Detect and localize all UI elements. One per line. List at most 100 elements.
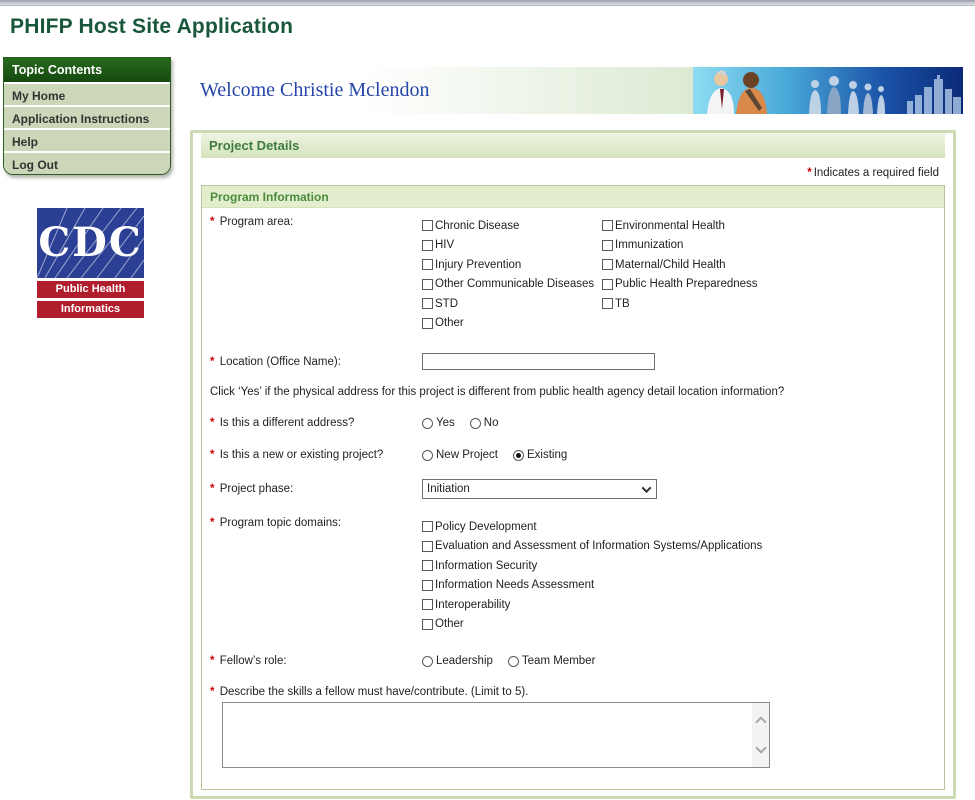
- checkbox-icon[interactable]: [602, 239, 613, 251]
- checkbox-icon[interactable]: [602, 259, 613, 271]
- checkbox-std[interactable]: STD: [422, 294, 602, 314]
- checkbox-label: Other Communicable Diseases: [435, 278, 595, 291]
- checkbox-icon[interactable]: [602, 298, 613, 310]
- checkbox-injury-prevention[interactable]: Injury Prevention: [422, 255, 602, 275]
- checkbox-icon[interactable]: [422, 298, 433, 310]
- required-asterisk: *: [210, 417, 215, 429]
- cdc-informatics-bar: Informatics: [37, 301, 144, 318]
- skills-textarea-wrapper: [222, 702, 770, 768]
- radio-label: Team Member: [521, 655, 596, 667]
- checkbox-tb[interactable]: TB: [602, 294, 758, 314]
- sidebar-item-application-instructions[interactable]: Application Instructions: [4, 105, 170, 128]
- sidebar-item-my-home[interactable]: My Home: [4, 82, 170, 105]
- fellows-role-label-text: Fellow’s role:: [219, 655, 287, 667]
- checkbox-icon[interactable]: [422, 540, 433, 552]
- checkbox-label: STD: [435, 297, 458, 310]
- skills-label: * Describe the skills a fellow must have…: [210, 686, 955, 698]
- checkbox-icon[interactable]: [422, 259, 433, 271]
- topic-domains-label-text: Program topic domains:: [219, 517, 342, 529]
- checkbox-immunization[interactable]: Immunization: [602, 236, 758, 256]
- checkbox-label: Policy Development: [435, 520, 537, 533]
- radio-icon[interactable]: [422, 449, 433, 461]
- program-area-label-text: Program area:: [219, 216, 294, 228]
- required-note-text: Indicates a required field: [813, 167, 939, 179]
- checkbox-icon[interactable]: [422, 521, 433, 533]
- checkbox-public-health-preparedness[interactable]: Public Health Preparedness: [602, 275, 758, 295]
- radio-existing[interactable]: Existing: [513, 449, 567, 461]
- scroll-down-icon[interactable]: [754, 742, 767, 754]
- different-address-label: * Is this a different address?: [210, 417, 422, 429]
- checkbox-label: Chronic Disease: [435, 219, 520, 232]
- radio-icon[interactable]: [507, 655, 519, 667]
- project-phase-select[interactable]: Initiation: [422, 479, 657, 499]
- checkbox-evaluation-assessment[interactable]: Evaluation and Assessment of Information…: [422, 537, 762, 557]
- checkbox-label: Information Security: [435, 559, 538, 572]
- checkbox-information-needs-assessment[interactable]: Information Needs Assessment: [422, 576, 762, 596]
- checkbox-environmental-health[interactable]: Environmental Health: [602, 216, 758, 236]
- different-address-label-text: Is this a different address?: [219, 417, 355, 429]
- checkbox-icon[interactable]: [422, 618, 433, 630]
- cdc-logo: CDC Public Health Informatics: [37, 208, 144, 318]
- checkbox-label: Evaluation and Assessment of Information…: [435, 540, 763, 553]
- radio-team-member[interactable]: Team Member: [507, 655, 596, 667]
- checkbox-icon[interactable]: [422, 599, 433, 611]
- different-address-row: * Is this a different address? Yes No: [210, 417, 513, 429]
- skills-textarea[interactable]: [222, 702, 770, 768]
- radio-different-address-yes[interactable]: Yes: [422, 417, 455, 429]
- radio-icon[interactable]: [422, 655, 433, 667]
- new-or-existing-row: * Is this a new or existing project? New…: [210, 449, 582, 461]
- checkbox-hiv[interactable]: HIV: [422, 236, 602, 256]
- checkbox-icon[interactable]: [422, 579, 433, 591]
- fellows-role-row: * Fellow’s role: Leadership Team Member: [210, 655, 610, 667]
- required-field-note: * Indicates a required field: [201, 158, 945, 185]
- project-phase-row: * Project phase: Initiation: [210, 479, 657, 499]
- program-area-column-1: Chronic Disease HIV Injury Prevention Ot…: [422, 216, 602, 333]
- topic-domains-row: * Program topic domains: Policy Developm…: [210, 517, 762, 634]
- project-phase-selected-value: Initiation: [427, 483, 470, 495]
- radio-label: Leadership: [436, 655, 493, 667]
- radio-icon[interactable]: [469, 417, 481, 429]
- checkbox-icon[interactable]: [422, 278, 433, 290]
- location-input[interactable]: [422, 353, 655, 370]
- sidebar-item-log-out[interactable]: Log Out: [4, 151, 170, 174]
- checkbox-icon[interactable]: [422, 239, 433, 251]
- checkbox-information-security[interactable]: Information Security: [422, 556, 762, 576]
- new-or-existing-label: * Is this a new or existing project?: [210, 449, 422, 461]
- checkbox-icon[interactable]: [422, 220, 433, 232]
- radio-new-project[interactable]: New Project: [422, 449, 498, 461]
- checkbox-other-program-area[interactable]: Other: [422, 314, 602, 334]
- required-asterisk: *: [210, 355, 215, 368]
- checkbox-maternal-child-health[interactable]: Maternal/Child Health: [602, 255, 758, 275]
- fellows-role-label: * Fellow’s role:: [210, 655, 422, 667]
- checkbox-icon[interactable]: [602, 278, 613, 290]
- address-note: Click ‘Yes’ if the physical address for …: [210, 386, 785, 398]
- radio-different-address-no[interactable]: No: [469, 417, 499, 429]
- topic-domains-list: Policy Development Evaluation and Assess…: [422, 517, 762, 634]
- browser-chrome-strip: [0, 0, 975, 6]
- radio-label: No: [483, 417, 499, 429]
- sidebar-item-help[interactable]: Help: [4, 128, 170, 151]
- sidebar-header: Topic Contents: [4, 58, 170, 82]
- checkbox-label: Maternal/Child Health: [615, 258, 726, 271]
- checkbox-label: Immunization: [615, 239, 684, 252]
- checkbox-icon[interactable]: [422, 560, 433, 572]
- checkbox-other-communicable-diseases[interactable]: Other Communicable Diseases: [422, 275, 602, 295]
- checkbox-label: Environmental Health: [615, 219, 725, 232]
- checkbox-label: Injury Prevention: [435, 258, 522, 271]
- scroll-up-icon[interactable]: [754, 716, 767, 728]
- required-asterisk: *: [210, 517, 215, 529]
- checkbox-chronic-disease[interactable]: Chronic Disease: [422, 216, 602, 236]
- radio-icon[interactable]: [422, 417, 433, 429]
- welcome-banner-gradient: Welcome Christie Mclendon: [190, 67, 693, 114]
- checkbox-other-topic-domain[interactable]: Other: [422, 615, 762, 635]
- checkbox-interoperability[interactable]: Interoperability: [422, 595, 762, 615]
- checkbox-icon[interactable]: [422, 317, 433, 329]
- radio-leadership[interactable]: Leadership: [422, 655, 493, 667]
- page-title: PHIFP Host Site Application: [10, 15, 294, 38]
- checkbox-label: TB: [615, 297, 630, 310]
- checkbox-icon[interactable]: [602, 220, 613, 232]
- textarea-scrollbar[interactable]: [752, 703, 769, 767]
- radio-icon-selected[interactable]: [513, 449, 524, 461]
- checkbox-label: Other: [435, 618, 464, 631]
- checkbox-policy-development[interactable]: Policy Development: [422, 517, 762, 537]
